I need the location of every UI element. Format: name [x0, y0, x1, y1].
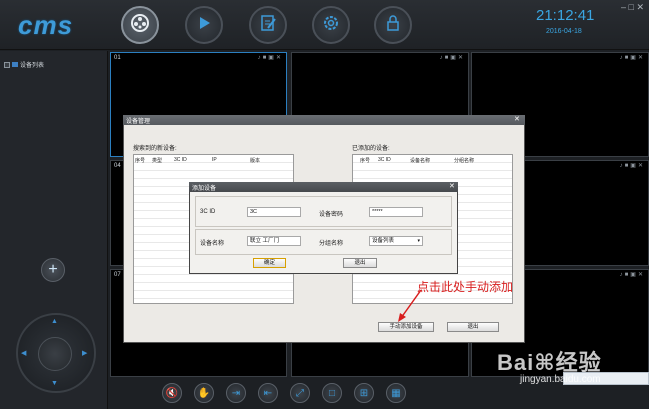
group-name-value: 设备列表 — [372, 238, 395, 244]
hand-icon: ✋ — [197, 387, 211, 399]
column-header: 3C ID — [174, 157, 187, 163]
export-button[interactable]: ⇥ — [226, 383, 246, 403]
device-name-field[interactable]: 联立 工厂门 — [247, 236, 301, 246]
play-icon — [195, 14, 213, 37]
folder-icon — [12, 62, 18, 67]
film-reel-icon — [130, 13, 150, 38]
add-device-ok-button[interactable]: 确定 — [253, 258, 286, 268]
edit-button[interactable] — [249, 6, 287, 44]
column-header: 3C ID — [378, 157, 391, 163]
device-password-label: 设备密码 — [319, 212, 344, 218]
column-header: 序号 — [135, 158, 146, 164]
annotation-text: 点击此处手动添加 — [417, 280, 514, 294]
layout-1-icon: □ — [328, 387, 336, 399]
hand-button[interactable]: ✋ — [194, 383, 214, 403]
device-manager-titlebar: 设备管理 — [123, 115, 525, 125]
added-devices-header: 序号 3C ID 设备名称 分组名称 — [360, 157, 510, 164]
column-header: 类型 — [152, 158, 163, 164]
device-tree-label: 设备列表 — [20, 63, 45, 69]
mute-button[interactable]: 🔇 — [162, 383, 182, 403]
lock-button[interactable] — [374, 6, 412, 44]
layout-9-button[interactable]: ▦ — [386, 383, 406, 403]
export-icon: ⇥ — [231, 387, 241, 399]
video-cell-number: 04 — [114, 163, 121, 169]
add-device-button[interactable]: + — [41, 258, 65, 282]
add-device-cancel-button[interactable]: 退出 — [343, 258, 377, 268]
layout-4-icon: ⊞ — [359, 387, 369, 399]
added-devices-label: 已添加的设备: — [352, 146, 390, 152]
layout-4-button[interactable]: ⊞ — [354, 383, 374, 403]
import-icon: ⇤ — [263, 387, 273, 399]
device-manager-close-icon[interactable]: ✕ — [514, 115, 520, 123]
column-header: IP — [212, 157, 217, 163]
watermark-url: jingyan.baidu.com — [520, 374, 601, 385]
column-header: 分组名称 — [454, 158, 475, 164]
device-id-field[interactable]: 3C — [247, 207, 301, 217]
device-name-label: 设备名称 — [200, 241, 225, 247]
fullscreen-button[interactable]: ⤢ — [290, 383, 310, 403]
column-header: 版本 — [250, 158, 261, 164]
ptz-center-button[interactable] — [38, 337, 72, 371]
watermark-logo: Bai⌘经验 — [497, 350, 602, 375]
add-device-close-icon[interactable]: ✕ — [449, 182, 455, 190]
searched-devices-label: 搜索到的新设备: — [133, 146, 177, 152]
playback-button[interactable] — [185, 6, 223, 44]
window-controls[interactable]: – □ ✕ — [621, 2, 644, 13]
layout-1-button[interactable]: □ — [322, 383, 342, 403]
layout-9-icon: ▦ — [391, 387, 401, 399]
app-logo: cms — [18, 10, 74, 40]
device-manager-exit-button[interactable]: 退出 — [447, 322, 499, 332]
ptz-down-icon[interactable]: ▼ — [51, 380, 58, 387]
video-cell-number: 07 — [114, 272, 121, 278]
video-cell-controls-icon[interactable]: ♪■▣✕ — [258, 54, 283, 61]
ptz-left-icon[interactable]: ◀ — [21, 349, 26, 357]
video-cell-controls-icon[interactable]: ♪■▣✕ — [620, 54, 645, 61]
edit-icon — [259, 14, 277, 37]
add-device-title: 添加设备 — [192, 186, 217, 192]
ptz-up-icon[interactable]: ▲ — [51, 318, 58, 325]
chevron-down-icon: ▾ — [417, 238, 420, 244]
video-cell-controls-icon[interactable]: ♪■▣✕ — [620, 162, 645, 169]
expand-toggle-icon[interactable] — [4, 61, 10, 68]
clock-time: 21:12:41 — [536, 7, 595, 24]
gear-icon — [322, 14, 340, 37]
device-tree-root[interactable]: 设备列表 — [4, 60, 44, 69]
import-button[interactable]: ⇤ — [258, 383, 278, 403]
column-header: 设备名称 — [410, 158, 431, 164]
annotation-arrow-icon — [398, 289, 422, 322]
lock-icon — [384, 14, 402, 37]
searched-devices-header: 序号 类型 3C ID IP 版本 — [135, 157, 293, 164]
group-name-select[interactable]: 设备列表 ▾ — [369, 236, 423, 246]
device-manager-title: 设备管理 — [126, 119, 151, 125]
ptz-right-icon[interactable]: ▶ — [82, 349, 87, 357]
clock-date: 2016-04-18 — [546, 28, 582, 35]
device-password-field[interactable]: ***** — [369, 207, 423, 217]
live-view-button[interactable] — [121, 6, 159, 44]
settings-button[interactable] — [312, 6, 350, 44]
mute-icon: 🔇 — [165, 387, 179, 399]
device-id-label: 3C ID — [200, 209, 216, 215]
add-device-titlebar: 添加设备 — [189, 182, 458, 192]
column-header: 序号 — [360, 158, 371, 164]
group-name-label: 分组名称 — [319, 241, 344, 247]
fullscreen-icon: ⤢ — [296, 387, 304, 399]
video-cell-number: 01 — [114, 55, 121, 61]
video-cell-controls-icon[interactable]: ♪■▣✕ — [440, 54, 465, 61]
video-cell-controls-icon[interactable]: ♪■▣✕ — [620, 271, 645, 278]
